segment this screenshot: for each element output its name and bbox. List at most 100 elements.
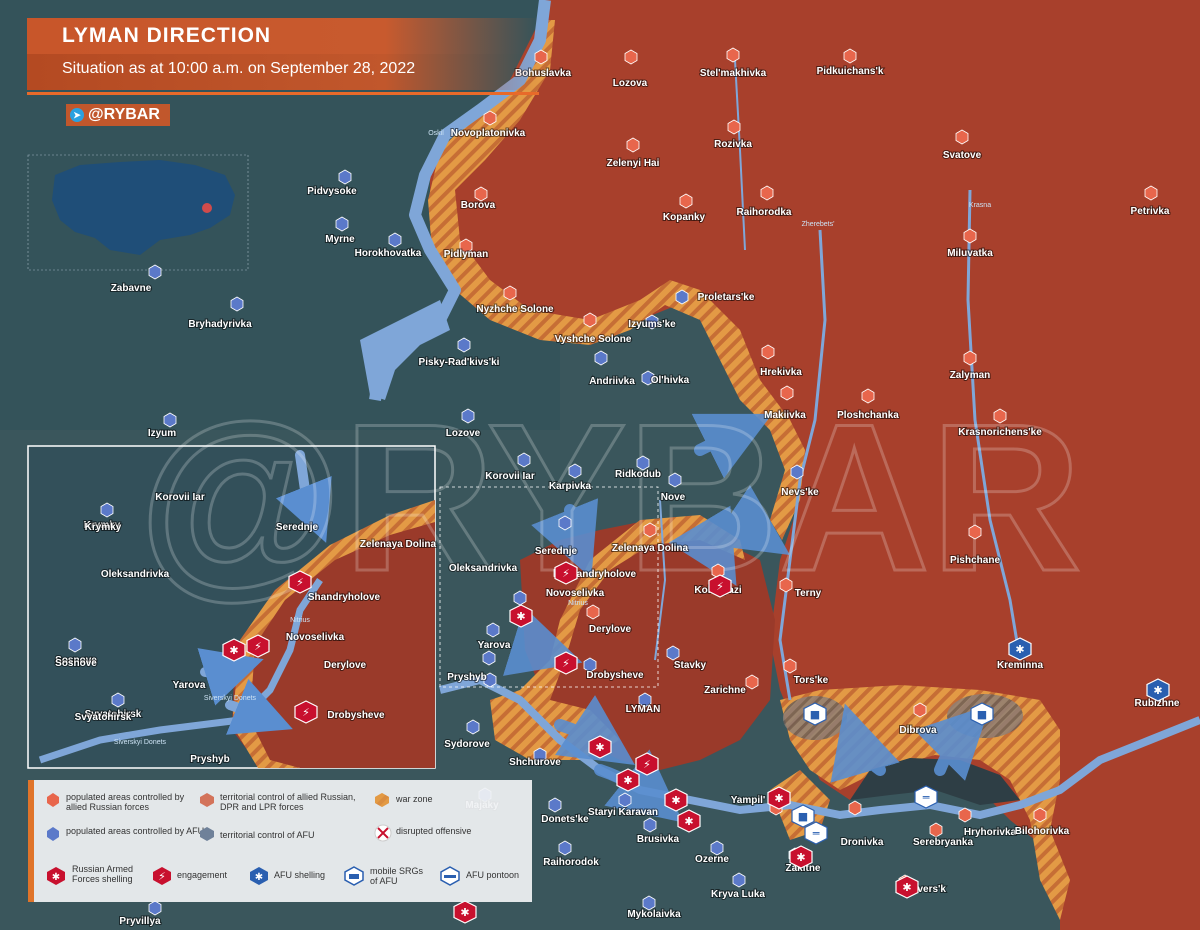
inset-place-label: Siverskyi Donets <box>114 739 167 746</box>
russian-place-marker <box>955 129 969 145</box>
afu-place-marker <box>486 622 500 638</box>
russian-place-marker <box>780 385 794 401</box>
afu-place-label: Ridkodub <box>615 469 661 480</box>
russian-place-label: Pishchane <box>950 555 1000 566</box>
russian-place-label: Zelenaya Dolina <box>612 543 689 554</box>
river-label: Siverskyi Donets <box>204 695 257 702</box>
legend-text-4: territorial control of AFU <box>220 830 315 840</box>
russian-place-marker <box>968 524 982 540</box>
afu-place-label: Shchurove <box>509 757 561 768</box>
russian-place-label: Rozivka <box>714 139 752 150</box>
inset-place-label: Korovii Iar <box>155 492 205 503</box>
afu-place-label: Izyum <box>148 428 176 439</box>
russian-place-marker <box>783 658 797 674</box>
inset-place-label: Pryshyb <box>190 754 229 765</box>
legend-text-0: populated areas controlled by allied Rus… <box>66 792 185 812</box>
engagement-icon: ⚡ <box>288 570 312 594</box>
legend-text-8: AFU shelling <box>274 870 326 880</box>
afu-place-marker <box>466 719 480 735</box>
svg-text:✱: ✱ <box>460 906 469 919</box>
russian-place-label: Hrekivka <box>760 367 802 378</box>
engagement-icon: ⚡ <box>246 634 270 658</box>
srg-icon: ■ <box>970 702 994 726</box>
shelling-icon: ✱ <box>509 604 533 628</box>
afu-place-label: Staryi Karavan <box>588 807 658 818</box>
shelling-icon: ✱ <box>895 875 919 899</box>
engagement-icon: ⚡ <box>153 867 171 885</box>
afu-place-marker <box>517 452 531 468</box>
srg-icon: ■ <box>803 702 827 726</box>
russian-place-marker <box>1144 185 1158 201</box>
russian-place-label: Hryhorivka <box>964 827 1017 838</box>
afu-place-marker <box>338 169 352 185</box>
svg-text:■: ■ <box>977 708 987 721</box>
russian-place-marker <box>726 47 740 63</box>
russian-place-label: Novoplatonivka <box>451 128 526 139</box>
russian-place-label: Raihorodka <box>736 207 791 218</box>
afu-place-label: Horokhovatka <box>355 248 422 259</box>
river-label: Nitrius <box>568 600 588 607</box>
red-hex-icon <box>200 793 214 807</box>
russian-place-marker <box>861 388 875 404</box>
river-label: Zherebets' <box>802 221 835 228</box>
russian-place-label: Makiivka <box>764 410 806 421</box>
russian-place-label: Zelenyi Hai <box>607 158 660 169</box>
russian-place-marker <box>745 674 759 690</box>
afu-place-marker <box>675 289 689 305</box>
russian-place-marker <box>993 408 1007 424</box>
afu-place-marker <box>163 412 177 428</box>
svg-text:═: ═ <box>812 827 820 840</box>
afu-place-label: Lozove <box>446 428 481 439</box>
legend-text-2: war zone <box>396 794 433 804</box>
afu-place-marker <box>636 455 650 471</box>
handle-text: @RYBAR <box>88 106 160 123</box>
pontoon-icon <box>440 866 460 886</box>
russian-place-label: Nyzhche Solone <box>476 304 554 315</box>
srg-icon: ■ <box>791 804 815 828</box>
afu-place-label: Andriivka <box>589 376 635 387</box>
red-pin-icon <box>47 793 59 807</box>
afu-shelling-icon: ✱ <box>1008 637 1032 661</box>
russian-place-label: Lozova <box>613 78 648 89</box>
russian-place-marker <box>586 604 600 620</box>
afu-place-marker <box>558 840 572 856</box>
river-label: Krasna <box>969 202 991 209</box>
afu-place-label: Serednje <box>535 546 578 557</box>
channel-handle[interactable]: ➤ @RYBAR <box>66 104 170 126</box>
russian-place-label: Miluvatka <box>947 248 993 259</box>
shelling-icon: ✱ <box>588 735 612 759</box>
engagement-icon: ⚡ <box>554 651 578 675</box>
inset-place-label: Nitrius <box>290 617 310 624</box>
afu-place-label: Nevs'ke <box>781 487 819 498</box>
inset-place-label: Zelenaya Dolina <box>360 539 437 550</box>
russian-place-marker <box>929 822 943 838</box>
shelling-icon: ✱ <box>789 845 813 869</box>
russian-place-label: Derylove <box>589 624 632 635</box>
russian-place-label: Yampil' <box>731 795 766 806</box>
svg-text:═: ═ <box>922 791 930 804</box>
russian-place-label: Dibrova <box>899 725 937 736</box>
russian-place-marker <box>727 119 741 135</box>
legend-text-3: populated areas controlled by AFU <box>66 826 205 836</box>
engagement-icon: ⚡ <box>294 700 318 724</box>
engagement-icon: ⚡ <box>635 752 659 776</box>
russian-place-label: Zalyman <box>950 370 991 381</box>
russian-place-label: Ploshchanka <box>837 410 899 421</box>
russian-place-label: Vyshche Solone <box>555 334 632 345</box>
afu-place-marker <box>548 797 562 813</box>
afu-place-label: LYMAN <box>626 704 661 715</box>
svg-text:⚡: ⚡ <box>643 758 651 771</box>
russian-place-marker <box>963 228 977 244</box>
afu-place-label: Yarova <box>478 640 511 651</box>
legend-text-9: mobile SRGs of AFU <box>370 866 424 886</box>
afu-place-label: Kryva Luka <box>711 889 765 900</box>
afu-place-marker <box>148 900 162 916</box>
afu-place-marker <box>461 408 475 424</box>
shelling-icon: ✱ <box>677 809 701 833</box>
afu-place-marker <box>790 464 804 480</box>
afu-place-marker <box>482 650 496 666</box>
afu-place-marker <box>710 840 724 856</box>
russian-place-marker <box>913 702 927 718</box>
afu-shelling-icon: ✱ <box>1146 678 1170 702</box>
afu-place-label: Korovii Iar <box>485 471 535 482</box>
